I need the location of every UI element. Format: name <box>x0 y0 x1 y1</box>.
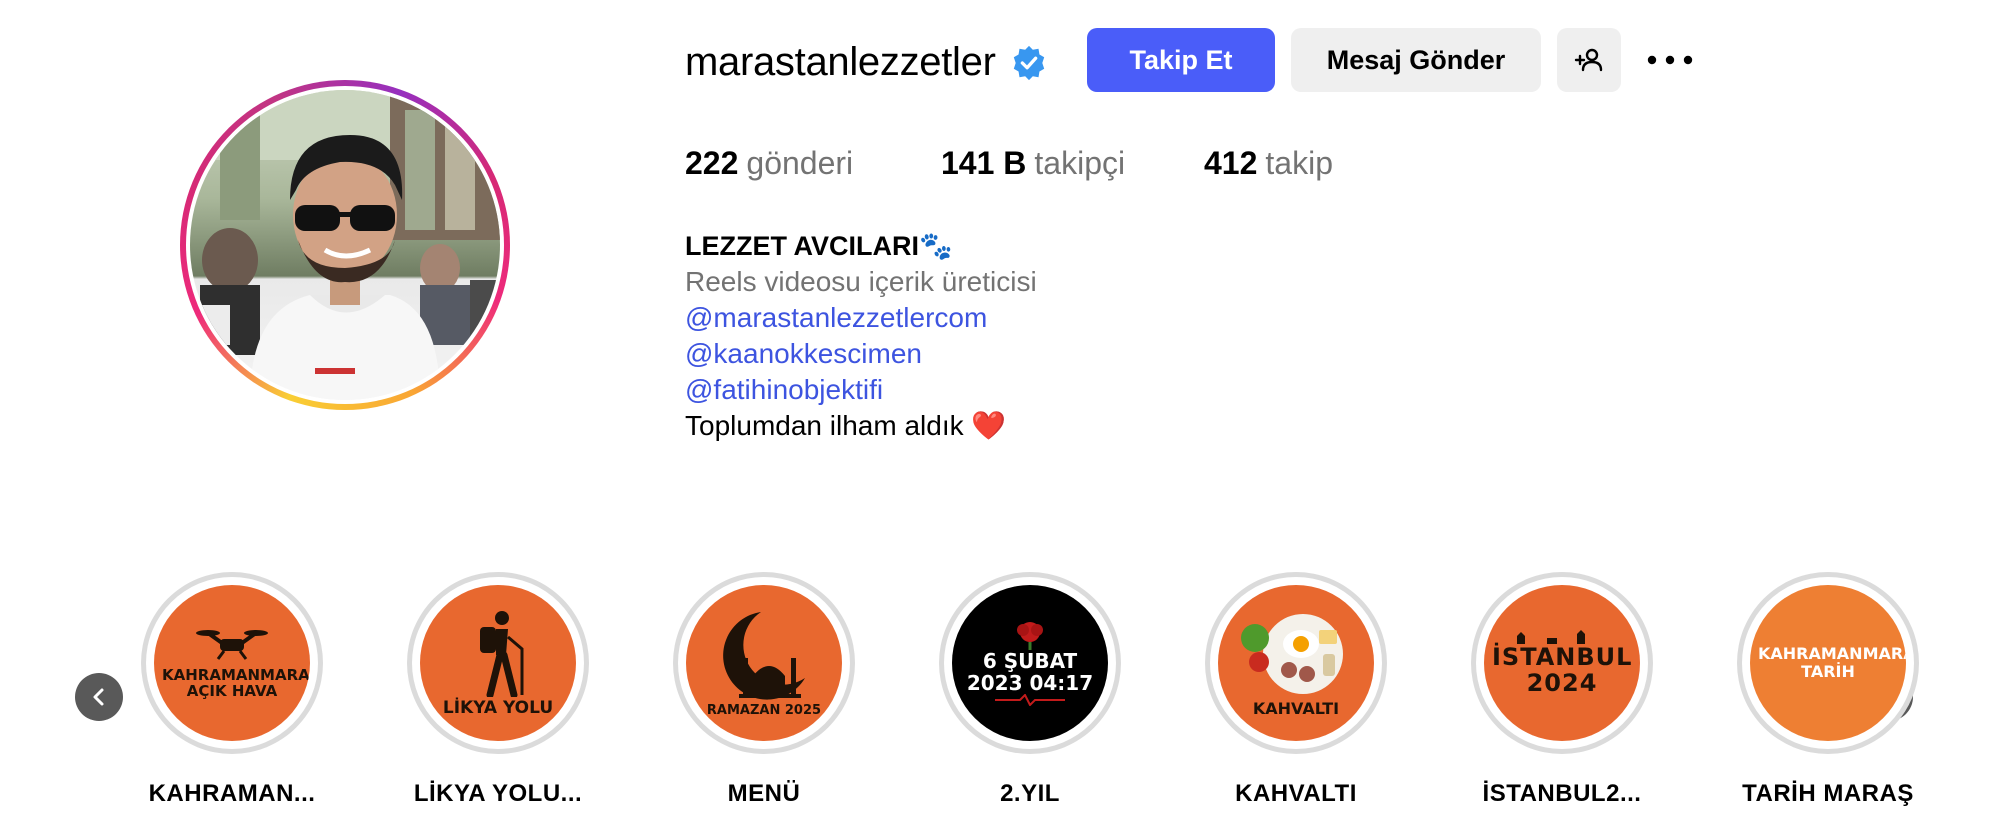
highlight-cover: 6 ŞUBAT 2023 04:17 <box>952 585 1108 741</box>
bio-mention-link[interactable]: @fatihinobjektifi <box>685 372 1037 408</box>
story-highlight[interactable]: RAMAZAN 2025 MENÜ <box>673 572 855 808</box>
profile-username: marastanlezzetler <box>685 40 996 84</box>
hiker-icon <box>480 610 524 697</box>
posts-label: gönderi <box>746 145 854 181</box>
highlight-label: İSTANBUL2... <box>1482 780 1642 807</box>
followers-stat[interactable]: 141 Btakipçi <box>941 145 1125 182</box>
highlight-ring: İSTANBUL 2024 <box>1471 572 1653 754</box>
breakfast-plate-icon <box>1241 614 1343 695</box>
mosque-crescent-icon <box>723 611 805 700</box>
highlight-cover: KAHRAMANMARAŞ AÇIK HAVA <box>154 585 310 741</box>
highlight-ring: RAMAZAN 2025 <box>673 572 855 754</box>
highlight-ring: LİKYA YOLU <box>407 572 589 754</box>
story-highlight[interactable]: 6 ŞUBAT 2023 04:17 2.YIL <box>939 572 1121 808</box>
highlight-ring: KAHRAMANMARAŞ TARİH <box>1737 572 1919 754</box>
bio-tagline: Toplumdan ilham aldık ❤️ <box>685 410 1007 441</box>
story-highlight[interactable]: İSTANBUL 2024 İSTANBUL2... <box>1471 572 1653 808</box>
highlight-cover: LİKYA YOLU <box>420 585 576 741</box>
followers-label: takipçi <box>1034 145 1126 181</box>
skyline-icon <box>1507 629 1617 644</box>
bio-display-name: LEZZET AVCILARI🐾 <box>685 231 953 261</box>
highlight-cover: RAMAZAN 2025 <box>686 585 842 741</box>
avatar[interactable] <box>190 90 500 400</box>
bio-mention-link[interactable]: @kaanokkescimen <box>685 336 1037 372</box>
story-highlight[interactable]: KAHRAMANMARAŞ TARİH TARİH MARAŞ <box>1737 572 1919 808</box>
send-message-button[interactable]: Mesaj Gönder <box>1291 28 1541 92</box>
drone-icon <box>196 629 268 660</box>
followers-count: 141 B <box>941 145 1027 181</box>
story-highlight[interactable]: KAHRAMANMARAŞ AÇIK HAVA KAHRAMAN... <box>141 572 323 808</box>
highlight-ring: KAHRAMANMARAŞ AÇIK HAVA <box>141 572 323 754</box>
highlight-ring: 6 ŞUBAT 2023 04:17 <box>939 572 1121 754</box>
chevron-left-icon <box>93 688 104 706</box>
highlight-label: KAHRAMAN... <box>148 780 316 807</box>
carnation-icon <box>1017 622 1043 650</box>
posts-count: 222 <box>685 145 739 181</box>
story-highlight[interactable]: KAHVALTI KAHVALTI <box>1205 572 1387 808</box>
heartbeat-line-icon <box>995 694 1065 706</box>
bio-category: Reels videosu içerik üreticisi <box>685 266 1037 297</box>
bio-mention-link[interactable]: @marastanlezzetlercom <box>685 300 1037 336</box>
highlight-cover-text: LİKYA YOLU <box>442 697 554 718</box>
highlight-label: MENÜ <box>727 780 801 807</box>
highlight-cover-text: KAHRAMANMARAŞ AÇIK HAVA <box>162 665 310 700</box>
suggested-accounts-button[interactable] <box>1557 28 1621 92</box>
highlight-cover: KAHRAMANMARAŞ TARİH <box>1750 585 1906 741</box>
highlight-cover-text: 6 ŞUBAT 2023 04:17 <box>966 649 1094 695</box>
highlights-prev-button[interactable] <box>75 673 123 721</box>
highlight-label: 2.YIL <box>1000 780 1060 807</box>
add-person-icon <box>1574 48 1603 72</box>
more-options-icon[interactable] <box>1645 44 1695 76</box>
following-stat[interactable]: 412 takip <box>1204 145 1333 182</box>
highlight-cover-text: KAHVALTI <box>1252 699 1340 719</box>
highlight-cover-text: KAHRAMANMARAŞ TARİH <box>1758 644 1906 681</box>
follow-button[interactable]: Takip Et <box>1087 28 1275 92</box>
profile-avatar-story-ring[interactable] <box>180 80 510 410</box>
highlight-label: LİKYA YOLU... <box>413 780 583 807</box>
following-label: takip <box>1265 145 1333 181</box>
highlight-label: TARİH MARAŞ <box>1742 780 1914 807</box>
story-highlight[interactable]: LİKYA YOLU LİKYA YOLU... <box>407 572 589 808</box>
highlight-cover: KAHVALTI <box>1218 585 1374 741</box>
following-count: 412 <box>1204 145 1258 181</box>
highlight-label: KAHVALTI <box>1235 780 1357 807</box>
posts-stat: 222 gönderi <box>685 145 853 182</box>
highlight-ring: KAHVALTI <box>1205 572 1387 754</box>
highlight-cover-text: İSTANBUL 2024 <box>1492 642 1633 697</box>
profile-bio: LEZZET AVCILARI🐾 Reels videosu içerik ür… <box>685 228 1037 444</box>
avatar-photo-illustration <box>190 90 500 400</box>
highlight-cover: İSTANBUL 2024 <box>1484 585 1640 741</box>
highlight-cover-text: RAMAZAN 2025 <box>706 702 822 718</box>
verified-badge-icon <box>1010 44 1048 82</box>
